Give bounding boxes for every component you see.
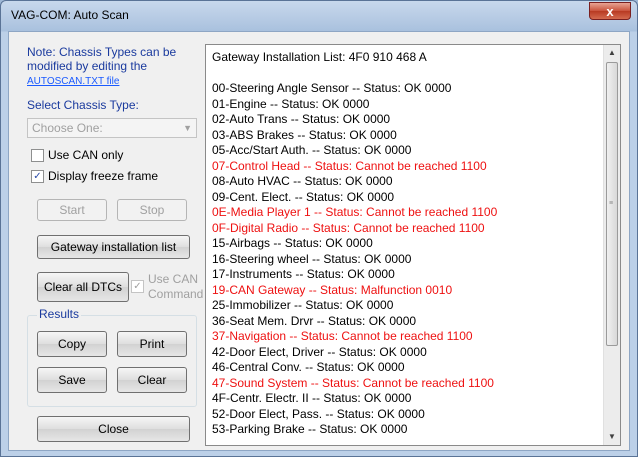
clear-all-dtcs-button[interactable]: Clear all DTCs <box>37 272 129 302</box>
vertical-scrollbar[interactable]: ▲ ≡ ▼ <box>603 45 620 445</box>
scan-result-line: 03-ABS Brakes -- Status: OK 0000 <box>212 127 397 142</box>
results-group-title: Results <box>37 307 82 321</box>
dialog-client-area: Note: Chassis Types can be modified by e… <box>8 31 630 451</box>
scan-result-line-error: 37-Navigation -- Status: Cannot be reach… <box>212 329 473 343</box>
close-button[interactable]: Close <box>37 416 190 442</box>
use-can-command-line1: Use CAN <box>148 272 199 286</box>
scan-result-line: 09-Cent. Elect. -- Status: OK 0000 <box>212 189 395 204</box>
close-icon: x <box>606 4 614 19</box>
stop-button[interactable]: Stop <box>117 199 187 221</box>
use-can-command-checkbox[interactable]: ✓ Use CAN Command <box>131 272 203 302</box>
scan-result-line: 00-Steering Angle Sensor -- Status: OK 0… <box>212 81 452 95</box>
copy-button[interactable]: Copy <box>37 331 107 357</box>
scan-result-line-error: 0E-Media Player 1 -- Status: Cannot be r… <box>212 205 498 219</box>
scan-result-line: 25-Immobilizer -- Status: OK 0000 <box>212 298 394 312</box>
save-button[interactable]: Save <box>37 367 107 393</box>
scroll-up-icon[interactable]: ▲ <box>604 45 620 61</box>
scan-result-line-error: 47-Sound System -- Status: Cannot be rea… <box>212 375 494 390</box>
scan-results-listbox[interactable]: Gateway Installation List: 4F0 910 468 A… <box>205 44 621 446</box>
scan-result-line: 36-Seat Mem. Drvr -- Status: OK 0000 <box>212 313 417 328</box>
clear-button[interactable]: Clear <box>117 367 187 393</box>
use-can-only-label: Use CAN only <box>48 148 124 162</box>
use-can-command-line2: Command <box>148 287 204 301</box>
window-title: VAG-COM: Auto Scan <box>11 8 129 22</box>
scan-result-line: 46-Central Conv. -- Status: OK 0000 <box>212 360 405 374</box>
title-bar[interactable]: VAG-COM: Auto Scan x <box>1 1 637 31</box>
chassis-note: Note: Chassis Types can be modified by e… <box>27 45 197 89</box>
scrollbar-thumb[interactable]: ≡ <box>606 62 618 346</box>
scan-result-line: 02-Auto Trans -- Status: OK 0000 <box>212 112 391 126</box>
scan-result-line: 52-Door Elect, Pass. -- Status: OK 0000 <box>212 406 425 421</box>
autoscan-file-link[interactable]: AUTOSCAN.TXT file <box>27 76 119 87</box>
scan-results-lines: Gateway Installation List: 4F0 910 468 A… <box>212 50 602 438</box>
chassis-type-select[interactable]: Choose One: ▼ <box>27 118 197 138</box>
scan-result-line: 16-Steering wheel -- Status: OK 0000 <box>212 251 412 266</box>
use-can-command-label: Use CAN Command <box>148 272 203 302</box>
checkmark-icon: ✓ <box>131 280 144 293</box>
scan-result-line: 42-Door Elect, Driver -- Status: OK 0000 <box>212 344 427 359</box>
scan-result-line: Gateway Installation List: 4F0 910 468 A <box>212 50 427 64</box>
scan-result-line <box>212 66 602 82</box>
scan-result-line: 4F-Centr. Electr. II -- Status: OK 0000 <box>212 391 412 405</box>
window-close-button[interactable]: x <box>589 2 631 20</box>
display-freeze-frame-checkbox[interactable]: ✓ Display freeze frame <box>31 169 158 183</box>
checkmark-icon: ✓ <box>31 169 44 183</box>
scan-result-line: 05-Acc/Start Auth. -- Status: OK 0000 <box>212 143 412 157</box>
auto-scan-window: VAG-COM: Auto Scan x Note: Chassis Types… <box>0 0 638 457</box>
display-freeze-frame-label: Display freeze frame <box>48 169 159 183</box>
chassis-type-value: Choose One: <box>32 121 103 135</box>
scan-result-line: 08-Auto HVAC -- Status: OK 0000 <box>212 174 393 188</box>
checkbox-unchecked-icon <box>31 148 44 162</box>
grip-icon: ≡ <box>609 200 614 207</box>
scan-result-line: 01-Engine -- Status: OK 0000 <box>212 96 370 111</box>
results-group <box>27 315 197 407</box>
start-button[interactable]: Start <box>37 199 107 221</box>
print-button[interactable]: Print <box>117 331 187 357</box>
use-can-only-checkbox[interactable]: Use CAN only <box>31 148 123 162</box>
chassis-note-text: Note: Chassis Types can be modified by e… <box>27 45 177 73</box>
scan-result-line: 15-Airbags -- Status: OK 0000 <box>212 236 373 250</box>
scan-result-line-error: 07-Control Head -- Status: Cannot be rea… <box>212 158 487 173</box>
scan-result-line-error: 0F-Digital Radio -- Status: Cannot be re… <box>212 220 485 235</box>
chevron-down-icon: ▼ <box>183 123 192 133</box>
scan-result-line: 17-Instruments -- Status: OK 0000 <box>212 267 395 281</box>
gateway-installation-list-button[interactable]: Gateway installation list <box>37 235 190 259</box>
scan-result-line: 53-Parking Brake -- Status: OK 0000 <box>212 422 408 436</box>
scroll-down-icon[interactable]: ▼ <box>604 429 620 445</box>
chassis-type-label: Select Chassis Type: <box>27 98 139 112</box>
scan-result-line-error: 19-CAN Gateway -- Status: Malfunction 00… <box>212 282 453 297</box>
